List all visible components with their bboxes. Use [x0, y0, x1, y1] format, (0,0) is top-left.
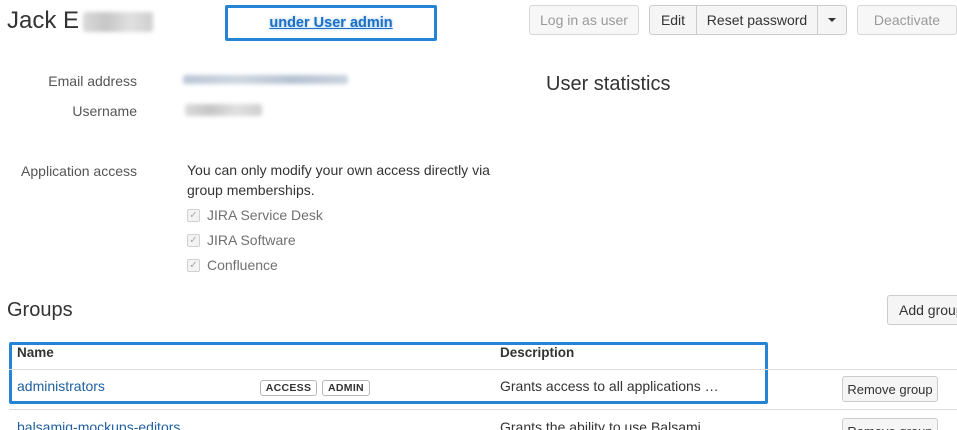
- redacted-username: [185, 104, 262, 116]
- annotation-table-box: [9, 342, 768, 404]
- user-statistics-heading: User statistics: [546, 73, 671, 95]
- access-badge: ACCESS: [260, 380, 317, 396]
- groups-heading: Groups: [7, 299, 73, 321]
- user-name-title: Jack E: [7, 7, 154, 35]
- checked-checkbox-icon: ✓: [187, 233, 200, 247]
- application-name: JIRA Service Desk: [207, 207, 323, 223]
- column-header-name: Name: [17, 345, 54, 360]
- remove-group-button[interactable]: Remove group: [842, 418, 938, 430]
- application-name: Confluence: [207, 257, 278, 273]
- table-header-divider: [9, 369, 957, 370]
- remove-group-button[interactable]: Remove group: [842, 376, 938, 402]
- group-description: Grants access to all applications …: [500, 378, 719, 394]
- checked-checkbox-icon: ✓: [187, 258, 200, 272]
- redacted-surname: [83, 11, 154, 32]
- application-access-label: Application access: [21, 163, 137, 179]
- redacted-email: [183, 75, 348, 84]
- group-description: Grants the ability to use Balsami: [500, 419, 701, 430]
- admin-badge: ADMIN: [322, 380, 370, 396]
- group-link-balsamiq-mockups-editors[interactable]: balsamiq-mockups-editors: [17, 419, 180, 430]
- group-link-administrators[interactable]: administrators: [17, 378, 105, 394]
- application-confluence: ✓ Confluence: [187, 256, 278, 274]
- application-name: JIRA Software: [207, 232, 296, 248]
- reset-password-button[interactable]: Reset password: [696, 5, 818, 35]
- more-actions-dropdown-button[interactable]: [817, 5, 847, 35]
- deactivate-button[interactable]: Deactivate: [857, 5, 957, 35]
- application-access-text: You can only modify your own access dire…: [187, 162, 490, 198]
- username-label: Username: [72, 103, 137, 119]
- application-jira-service-desk: ✓ JIRA Service Desk: [187, 206, 323, 224]
- log-in-as-user-button[interactable]: Log in as user: [529, 5, 639, 35]
- checked-checkbox-icon: ✓: [187, 208, 200, 222]
- application-jira-software: ✓ JIRA Software: [187, 231, 296, 249]
- chevron-down-icon: [828, 18, 836, 22]
- annotation-note: under User admin: [269, 15, 393, 31]
- user-name-text: Jack E: [7, 7, 80, 34]
- row-divider: [9, 409, 957, 410]
- column-header-description: Description: [500, 345, 575, 360]
- edit-button[interactable]: Edit: [649, 5, 697, 35]
- email-label: Email address: [48, 73, 137, 89]
- add-group-button[interactable]: Add group: [887, 295, 957, 325]
